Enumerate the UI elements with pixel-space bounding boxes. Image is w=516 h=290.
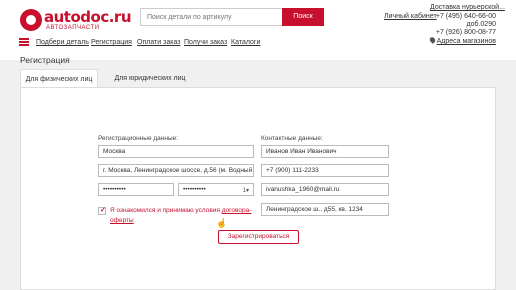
delivery-link[interactable]: Доставка нурьерской... (430, 4, 505, 11)
phone-main: +7 (495) 640-66-00 (435, 13, 496, 20)
email-value: ivanushka_1960@mail.ru (266, 186, 340, 193)
logo-name: autodoc (44, 8, 109, 26)
stores-link[interactable]: Адреса магазинов (428, 36, 496, 45)
nav-find-part[interactable]: Подбери деталь (36, 39, 89, 46)
phone-extension: доб.0290 (466, 21, 496, 28)
search-button[interactable]: Поиск (282, 8, 324, 26)
tab-individuals[interactable]: Для физических лиц (20, 69, 98, 88)
agree-label: Я ознакомился и принимаю условия (110, 207, 222, 214)
nav-catalogs[interactable]: Каталоги (231, 39, 260, 46)
header-bar: autodoc.ru АВТОЗАПЧАСТИ Поиск Доставка н… (0, 0, 516, 60)
password-confirm-field[interactable]: •••••••••• 1▾ (178, 183, 254, 196)
agree-checkbox[interactable]: ✓ (98, 207, 106, 215)
stores-label: Адреса магазинов (436, 38, 496, 45)
phone-field[interactable]: +7 (900) 111-2233 (261, 164, 389, 177)
password-field[interactable]: •••••••••• (98, 183, 174, 196)
nav-get-order[interactable]: Получи заказ (184, 39, 227, 46)
logo[interactable]: autodoc.ru АВТОЗАПЧАСТИ (20, 7, 132, 33)
registration-data-label: Регистрационные данные: (98, 135, 179, 142)
phone-mobile: +7 (926) 800-08-77 (435, 29, 496, 36)
logo-ring-icon (20, 9, 42, 31)
password-value: •••••••••• (103, 186, 126, 193)
password-confirm-value: •••••••••• (183, 186, 206, 193)
email-field[interactable]: ivanushka_1960@mail.ru (261, 183, 389, 196)
store-select[interactable]: г. Москва, Ленинградское шоссе, д.56 (м.… (98, 164, 254, 177)
fullname-value: Иванов Иван Иванович (266, 148, 337, 155)
page-title: Регистрация (20, 55, 70, 65)
hamburger-menu-icon[interactable] (19, 38, 29, 46)
tab-legal-entities[interactable]: Для юридических лиц (110, 69, 190, 88)
phone-value: +7 (900) 111-2233 (266, 167, 319, 174)
address-field[interactable]: Ленинградское ш., д55, кв. 1234 (261, 203, 389, 216)
logo-tld: .ru (108, 8, 132, 26)
contact-data-label: Контактные данные: (261, 135, 323, 142)
search-input[interactable] (140, 8, 282, 26)
nav-pay-order[interactable]: Оплати заказ (137, 39, 180, 46)
agree-text: Я ознакомился и принимаю условия договор… (110, 206, 260, 226)
personal-cabinet-link[interactable]: Личный кабинет (384, 13, 437, 20)
location-pin-icon (428, 36, 436, 44)
address-value: Ленинградское ш., д55, кв. 1234 (266, 206, 363, 213)
nav-registration[interactable]: Регистрация (91, 39, 132, 46)
register-button[interactable]: Зарегистрироваться (218, 230, 299, 244)
checkmark-icon: ✓ (100, 207, 106, 214)
logo-subtitle: АВТОЗАПЧАСТИ (46, 25, 100, 31)
password-reveal-icon[interactable]: 1▾ (243, 186, 249, 195)
fullname-field[interactable]: Иванов Иван Иванович (261, 145, 389, 158)
store-value: г. Москва, Ленинградское шоссе, д.56 (м.… (103, 167, 253, 174)
city-value: Москва (103, 148, 126, 155)
hand-cursor-icon: ☝ (216, 218, 228, 228)
registration-panel (20, 87, 496, 290)
city-select[interactable]: Москва (98, 145, 254, 158)
